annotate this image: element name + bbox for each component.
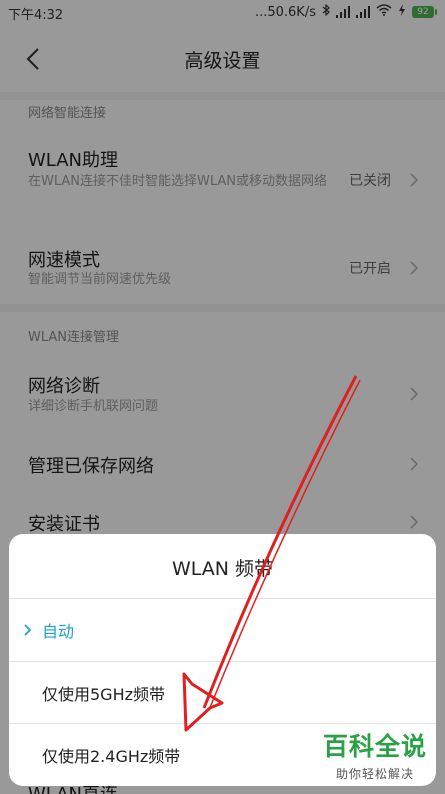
option-label: 仅使用5GHz频带 [42, 685, 166, 704]
band-option-5ghz[interactable]: 仅使用5GHz频带 [9, 662, 436, 724]
band-option-auto[interactable]: 自动 [9, 599, 436, 661]
check-icon [23, 622, 33, 636]
watermark-main: 百科全说 [322, 732, 427, 761]
watermark-sub: 助你轻松解决 [335, 767, 414, 781]
watermark-logo: 百科全说 助你轻松解决 [315, 727, 435, 782]
advanced-settings-screen: 下午4:32 ...50.6K/s 92 高级设置 网络智能连接 WLAN助理 … [0, 0, 445, 794]
option-label: 自动 [42, 622, 75, 641]
option-label: 仅使用2.4GHz频带 [42, 747, 181, 766]
dialog-title: WLAN 频带 [171, 558, 274, 580]
